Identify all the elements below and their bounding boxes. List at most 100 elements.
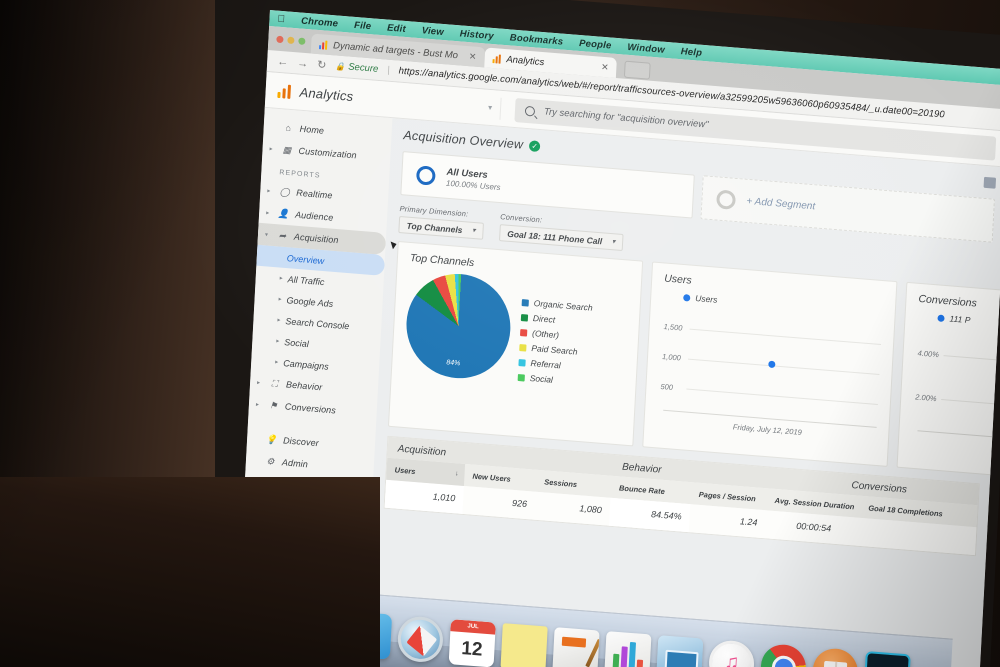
menu-chrome[interactable]: Chrome [301,15,339,29]
x-axis [917,430,1000,449]
primary-dimension-dropdown[interactable]: Top Channels ▾ [398,216,484,240]
behavior-icon: ⛶ [271,377,279,389]
chevron-right-icon: ▸ [256,379,261,386]
chevron-right-icon: ▸ [255,401,260,408]
legend-swatch-icon [521,298,529,307]
new-tab-button[interactable] [624,60,651,80]
y-tick-label: 4.00% [917,348,940,360]
data-point[interactable] [768,360,776,369]
legend-label: (Other) [531,328,560,341]
main-content: Acquisition Overview ✓ All Users 100.00%… [364,118,1000,667]
legend-swatch-icon [517,373,525,382]
column-label: Users [394,465,416,477]
chevron-right-icon: ▸ [279,275,283,282]
legend-item[interactable]: Paid Search [519,342,590,358]
menu-people[interactable]: People [579,37,612,51]
top-channels-panel: Top Channels 84% Organic Search Direct (Ot… [387,240,644,447]
legend-item[interactable]: Social [517,372,589,388]
flag-icon: ⚑ [269,399,278,411]
sidebar-subitem-label: Social [284,336,310,349]
tab-close-icon[interactable]: ✕ [601,61,609,73]
search-placeholder: Try searching for "acquisition overview" [543,106,709,131]
maximize-window-button[interactable] [298,36,306,45]
customization-icon: ▦ [282,143,292,155]
reload-icon[interactable]: ↻ [317,58,327,72]
tab-close-icon[interactable]: ✕ [469,51,477,63]
back-icon[interactable]: ← [277,55,289,68]
search-icon [524,105,536,117]
window-controls[interactable] [274,27,312,54]
charts-row: Top Channels 84% Organic Search Direct (Ot… [387,240,1000,488]
chrome-icon[interactable] [759,643,808,667]
save-icon[interactable] [983,176,997,189]
chevron-right-icon: ▸ [266,209,270,217]
sidebar-item-label: Audience [294,209,334,223]
y-tick-label: 2.00% [915,392,937,404]
gear-icon: ⚙ [266,455,275,467]
ibooks-icon[interactable] [811,647,859,667]
safari-icon[interactable] [396,615,445,664]
menu-bookmarks[interactable]: Bookmarks [510,32,564,47]
sidebar-item-label: Customization [298,145,357,161]
verified-check-icon: ✓ [528,139,541,152]
chevron-down-icon: ▾ [264,231,269,239]
analytics-logo[interactable]: Analytics [277,83,405,108]
person-icon: 👤 [277,207,290,219]
menu-view[interactable]: View [422,25,445,38]
security-label: Secure [347,61,379,75]
photoshop-icon[interactable]: Ps [863,651,911,667]
account-selector[interactable]: ▾ [404,89,502,120]
menu-window[interactable]: Window [627,41,665,55]
legend-label: Paid Search [531,342,578,357]
chevron-right-icon: ▸ [275,359,279,366]
conversions-plot: 4.00% 2.00% [913,327,1000,449]
legend-swatch-icon [518,358,526,367]
itunes-icon[interactable] [707,639,756,667]
chevron-right-icon: ▸ [276,338,280,345]
y-tick-label: 1,000 [661,352,682,363]
legend-swatch-icon [520,313,529,322]
close-window-button[interactable] [276,35,284,43]
pages-icon[interactable] [552,627,600,667]
keynote-icon[interactable] [656,635,704,667]
lightbulb-icon: 💡 [265,433,278,445]
apple-icon[interactable]:  [277,13,285,25]
pie-chart[interactable]: 84% [403,269,514,383]
security-indicator[interactable]: 🔒 Secure [335,60,379,75]
pie-wrap: 84% Organic Search Direct (Other) Paid Sear… [403,269,631,392]
legend-label: Direct [532,313,556,325]
calendar-icon[interactable]: JUL 12 [448,619,496,667]
minimize-window-button[interactable] [287,36,295,44]
menu-file[interactable]: File [354,19,372,31]
legend-label: 111 P [949,313,971,326]
sidebar-item-label: Discover [282,435,320,449]
legend-item[interactable]: Referral [518,357,589,373]
segment-ring-icon [415,164,436,186]
dropdown-value: Top Channels [406,220,463,235]
numbers-icon[interactable] [604,631,652,667]
menu-help[interactable]: Help [680,46,702,59]
legend-item[interactable]: Direct [520,312,592,328]
conversion-group: Conversion: Goal 18: 111 Phone Call ▾ [498,212,624,252]
gridline [689,328,882,346]
stickies-icon[interactable] [500,623,548,667]
cell-new-users: 926 [511,498,528,510]
dropdown-value: Goal 18: 111 Phone Call [507,228,603,246]
page-title: Acquisition Overview [403,128,524,152]
legend-item[interactable]: (Other) [520,327,591,343]
sidebar-subitem-label: Search Console [285,315,350,331]
legend-item[interactable]: Organic Search [521,297,593,313]
omnibox-divider: | [386,64,390,76]
legend-label: Organic Search [533,298,593,313]
users-chart-panel: Users Users 1,500 1,000 500 Friday, July… [642,261,898,467]
sort-indicator-icon: ↓ [454,470,459,478]
sidebar-item-label: Conversions [284,401,337,416]
legend-label: Users [694,292,718,305]
forward-icon[interactable]: → [297,57,309,70]
pie-legend: Organic Search Direct (Other) Paid Search Re… [517,279,594,388]
analytics-favicon-icon [492,54,501,64]
menu-edit[interactable]: Edit [387,22,406,34]
pie-data-label: 84% [446,359,461,368]
sidebar-item-label: Behavior [285,379,323,393]
menu-history[interactable]: History [460,28,495,42]
